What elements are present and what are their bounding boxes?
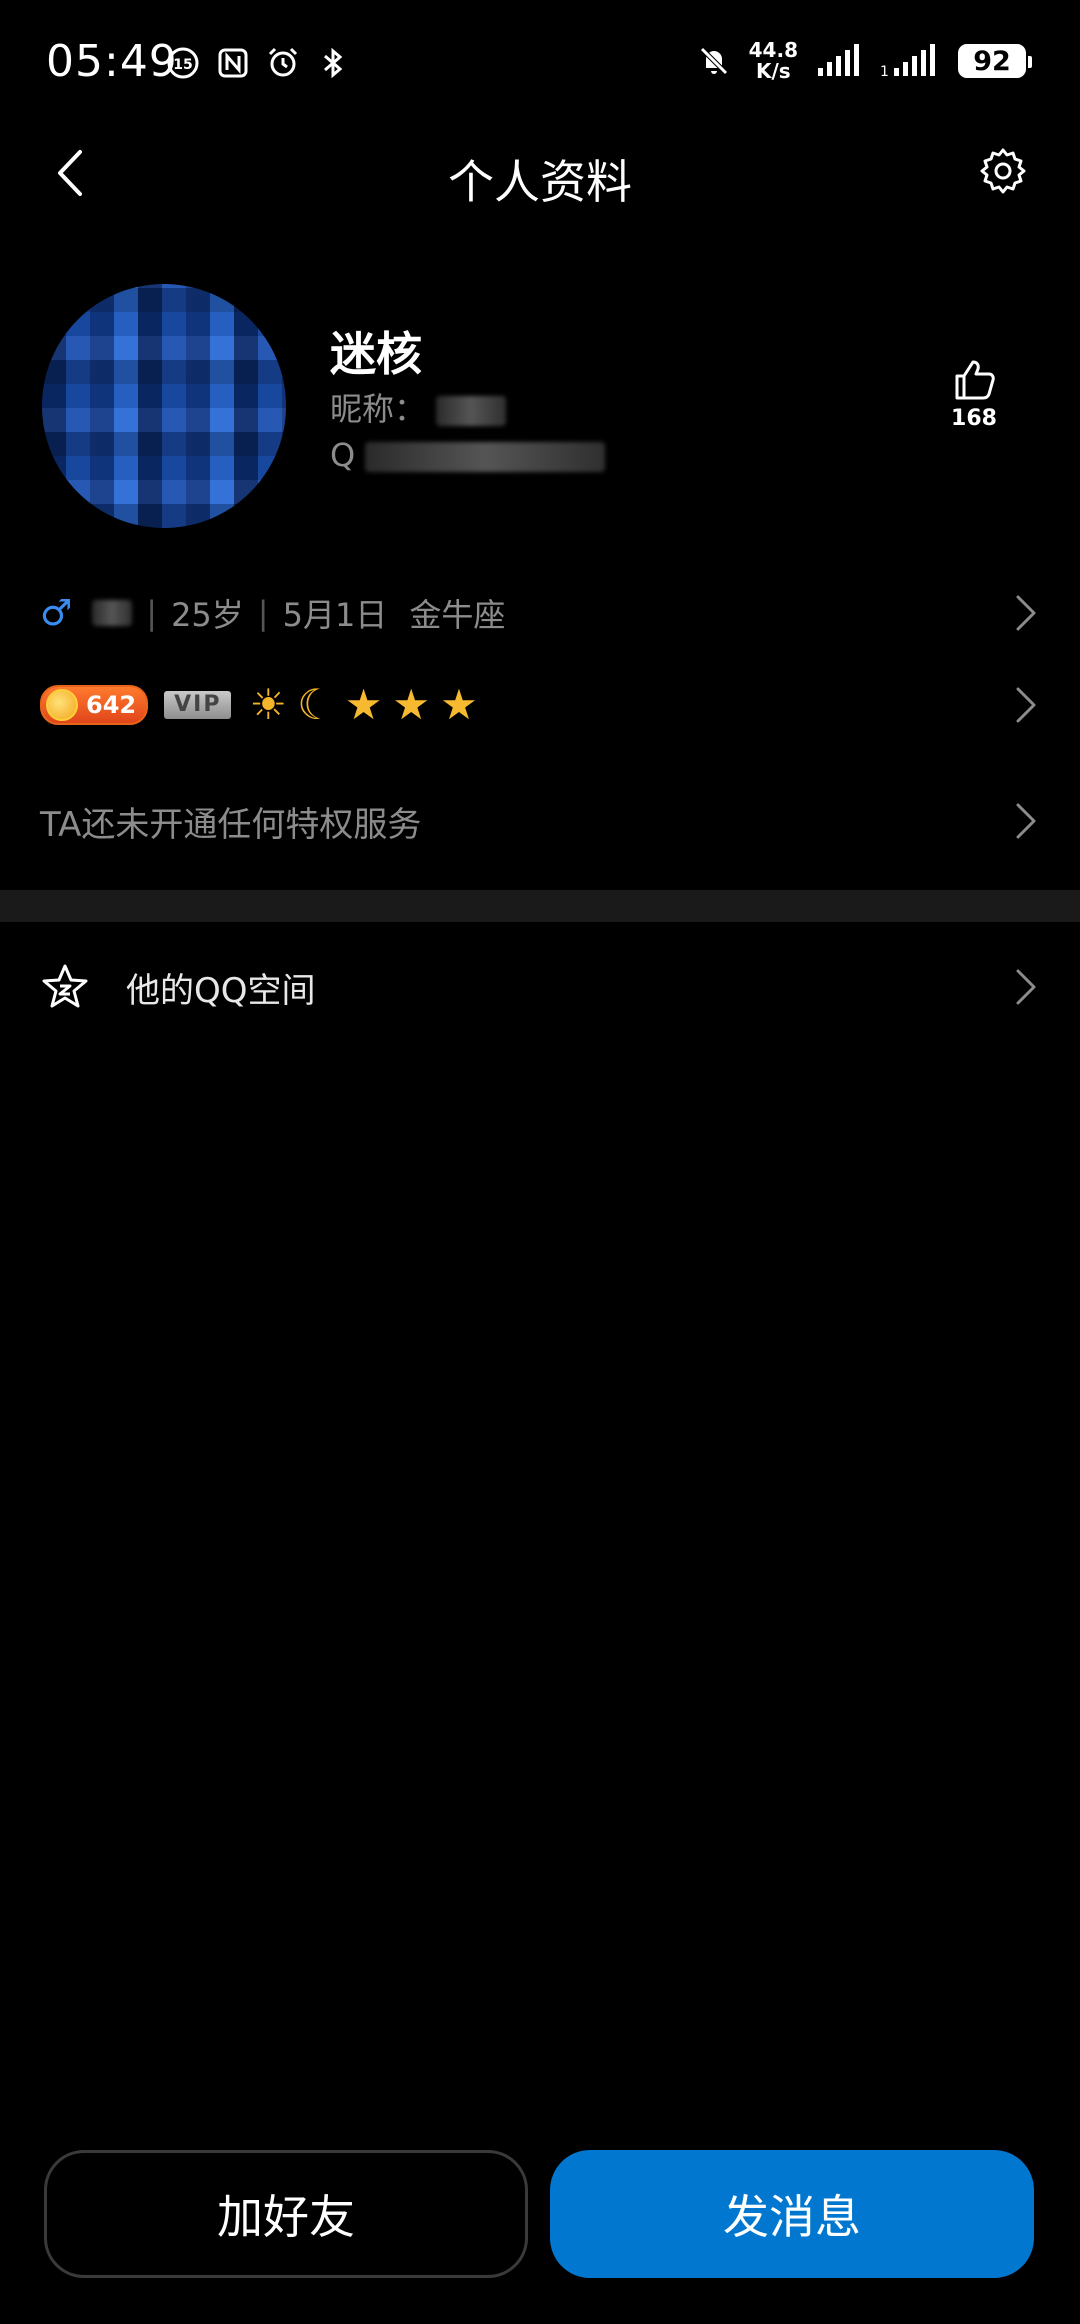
signal-icon [818,44,859,76]
level-badges-row[interactable]: 642 VIP ☀ ☾ ★ ★ ★ [40,676,1040,734]
section-divider [0,890,1080,922]
star-icon: ★ [344,680,383,729]
svg-text:15: 15 [173,57,192,73]
network-speed-value: 44.8 [748,38,798,62]
app-notification-icon: 15 [167,47,199,79]
separator: | [146,594,158,632]
send-message-button[interactable]: 发消息 [550,2150,1034,2278]
nickname-line: 昵称： [330,384,507,430]
zodiac: 金牛座 [409,596,506,634]
chevron-right-icon [1016,687,1036,723]
qzone-star-icon [42,964,88,1008]
qzone-label: 他的QQ空间 [126,970,316,1011]
level-value: 642 [86,691,137,719]
svg-text:1: 1 [880,64,889,78]
qzone-row[interactable]: 他的QQ空间 [40,958,1040,1016]
battery-indicator: 92 [958,44,1032,78]
status-bar: 05:49 15 44.8 K/s 1 92 [0,0,1080,130]
birthday: 5月1日 [282,596,388,634]
qq-level-badge: 642 [40,685,149,725]
age: 25岁 [171,596,244,634]
privilege-row[interactable]: TA还未开通任何特权服务 [40,792,1040,850]
nickname-redacted [436,396,507,426]
level-icons: ☀ ☾ ★ ★ ★ [249,683,477,727]
alarm-icon [268,47,298,77]
bluetooth-icon [324,47,343,79]
nickname-label: 昵称： [330,390,427,428]
male-gender-icon: ♂ [40,592,73,634]
page-title: 个人资料 [448,155,632,209]
profile-name: 迷核 [330,327,422,381]
star-icon: ★ [392,680,431,729]
location-redacted [92,600,133,626]
network-speed-unit: K/s [755,59,791,83]
chevron-right-icon [1016,803,1036,839]
qq-number-redacted [365,442,606,472]
chevron-right-icon [1016,595,1036,631]
status-right-icons: 44.8 K/s 1 92 [697,40,1032,82]
avatar-mosaic [42,284,286,528]
add-friend-button[interactable]: 加好友 [44,2150,528,2278]
status-left-icons: 15 [166,46,350,80]
sun-icon: ☀ [249,680,288,729]
qq-prefix: Q [330,436,356,474]
mute-bell-icon [699,47,728,75]
like-button[interactable]: 168 [944,356,1004,431]
network-speed: 44.8 K/s [749,40,798,82]
like-count: 168 [951,406,997,431]
nfc-icon [218,48,248,78]
signal-2-icon: 1 [880,44,935,78]
vip-badge: VIP [164,691,232,719]
thumbs-up-icon [955,360,995,400]
coin-icon [46,689,78,721]
separator: | [257,594,269,632]
chevron-right-icon [1016,969,1036,1005]
star-icon: ★ [440,680,478,729]
qq-number-line: Q [330,436,606,474]
settings-gear-icon[interactable] [978,146,1028,196]
basic-info-row[interactable]: ♂ | 25岁 | 5月1日 金牛座 [40,584,1040,642]
privilege-text: TA还未开通任何特权服务 [40,804,422,845]
avatar[interactable] [42,284,286,528]
status-time: 05:49 [46,36,178,87]
moon-icon: ☾ [297,680,335,729]
